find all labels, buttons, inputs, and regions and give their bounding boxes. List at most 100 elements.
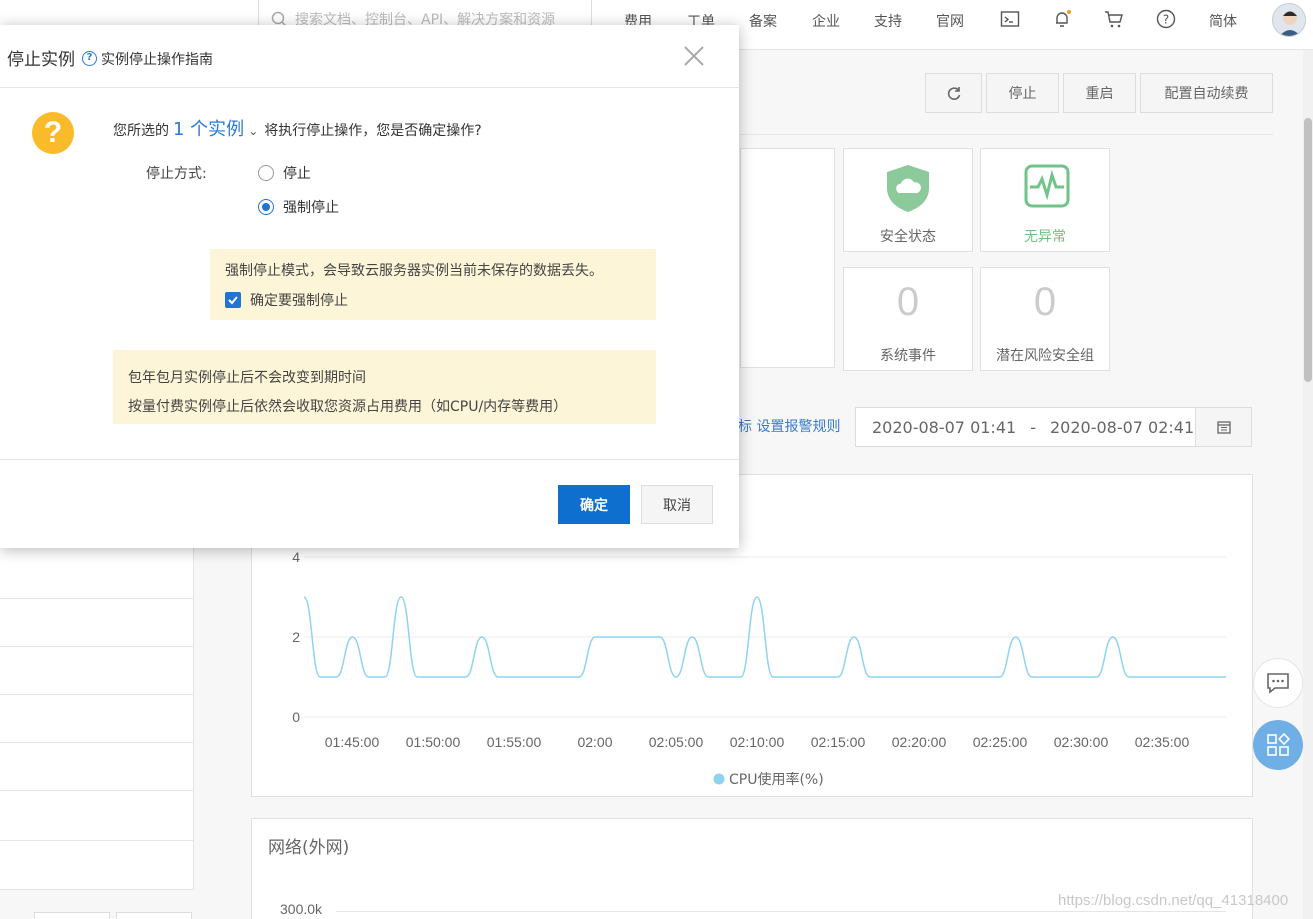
question-icon: ? <box>32 112 74 154</box>
date-start: 2020-08-07 01:41 <box>872 417 1017 437</box>
date-separator: - <box>1030 417 1036 437</box>
x-tick-label: 02:35:00 <box>1135 734 1190 750</box>
pager-button[interactable] <box>116 912 192 919</box>
svg-text:?: ? <box>1163 13 1169 27</box>
radio-option-stop[interactable]: 停止 <box>258 163 311 183</box>
table-row-divider <box>0 694 194 695</box>
auto-renew-button[interactable]: 配置自动续费 <box>1140 73 1273 113</box>
stop-guide-link[interactable]: 实例停止操作指南 <box>101 49 213 69</box>
network-chart-title: 网络(外网) <box>268 838 350 858</box>
force-stop-warning: 强制停止模式，会导致云服务器实例当前未保存的数据丢失。 确定要强制停止 <box>210 249 656 320</box>
network-gridline <box>336 911 1226 912</box>
x-tick-label: 01:55:00 <box>487 734 542 750</box>
language-switch[interactable]: 简体 <box>1209 11 1237 31</box>
date-end: 2020-08-07 02:41 <box>1049 417 1195 437</box>
pager-button[interactable] <box>34 912 110 919</box>
nav-link-support[interactable]: 支持 <box>874 11 902 31</box>
bell-icon[interactable] <box>1052 9 1072 29</box>
shield-cloud-icon <box>887 165 929 212</box>
heartbeat-monitor-icon <box>1024 164 1070 208</box>
cart-icon[interactable] <box>1104 9 1124 29</box>
apps-menu-button[interactable] <box>1253 720 1303 770</box>
force-stop-confirm-checkbox[interactable]: 确定要强制停止 <box>225 290 348 310</box>
radio-option-force-stop[interactable]: 强制停止 <box>258 197 339 217</box>
x-tick-label: 02:20:00 <box>892 734 947 750</box>
health-status-label: 无异常 <box>1024 229 1066 245</box>
checkbox-checked[interactable] <box>225 292 241 308</box>
refresh-button[interactable] <box>925 73 982 113</box>
force-stop-warning-text: 强制停止模式，会导致云服务器实例当前未保存的数据丢失。 <box>225 263 603 279</box>
x-tick-label: 01:45:00 <box>325 734 380 750</box>
legend-label: CPU使用率(%) <box>729 771 824 788</box>
stop-button[interactable]: 停止 <box>986 73 1059 113</box>
close-icon[interactable] <box>682 44 706 68</box>
table-row-divider <box>0 840 194 841</box>
dialog-header: 停止实例 ? 实例停止操作指南 <box>0 25 739 88</box>
table-row-divider <box>0 646 194 647</box>
x-tick-label: 02:15:00 <box>811 734 866 750</box>
chevron-down-icon[interactable]: ⌄ <box>248 124 258 138</box>
system-events-label: 系统事件 <box>880 348 936 364</box>
stop-mode-label: 停止方式: <box>146 166 207 182</box>
health-card[interactable]: 无异常 <box>980 148 1110 252</box>
restart-button[interactable]: 重启 <box>1063 73 1136 113</box>
table-row-divider <box>0 889 194 890</box>
divider <box>740 134 1273 135</box>
x-tick-label: 02:05:00 <box>649 734 704 750</box>
y-tick-label: 4 <box>292 549 300 565</box>
system-events-card[interactable]: 0 系统事件 <box>843 267 973 371</box>
page-scrollbar[interactable] <box>1303 50 1313 919</box>
x-tick-label: 02:10:00 <box>730 734 785 750</box>
cancel-button[interactable]: 取消 <box>641 485 713 524</box>
terminal-icon[interactable] <box>1000 9 1020 29</box>
y-tick-label: 2 <box>292 629 300 645</box>
table-row-divider <box>0 742 194 743</box>
billing-note-line1: 包年包月实例停止后不会改变到期时间 <box>128 370 366 386</box>
billing-note-line2: 按量付费实例停止后依然会收取您资源占用费用（如CPU/内存等费用） <box>128 399 568 415</box>
radio-label-force-stop: 强制停止 <box>283 200 339 216</box>
billing-note: 包年包月实例停止后不会改变到期时间 按量付费实例停止后依然会收取您资源占用费用（… <box>113 350 656 424</box>
confirm-suffix: 将执行停止操作，您是否确定操作? <box>264 123 482 139</box>
apps-grid-icon <box>1267 733 1290 756</box>
feedback-chat-button[interactable] <box>1253 658 1303 708</box>
confirm-prefix: 您所选的 <box>113 123 169 139</box>
radio-label-stop: 停止 <box>283 166 311 182</box>
confirm-button[interactable]: 确定 <box>558 485 630 524</box>
radio-button-selected[interactable] <box>258 199 274 215</box>
legend-marker <box>713 773 725 785</box>
dialog-footer-divider <box>0 459 739 460</box>
instance-detail-table <box>0 548 194 890</box>
nav-link-official-site[interactable]: 官网 <box>936 11 964 31</box>
risk-groups-label: 潜在风险安全组 <box>996 348 1094 364</box>
x-tick-label: 02:00 <box>577 734 612 750</box>
chat-icon <box>1267 673 1289 694</box>
set-alarm-rules-link[interactable]: 标 设置报警规则 <box>738 416 840 436</box>
help-circle-icon[interactable]: ? <box>82 51 97 66</box>
scrollbar-thumb[interactable] <box>1304 118 1312 382</box>
nav-link-icp[interactable]: 备案 <box>749 11 777 31</box>
x-tick-label: 01:50:00 <box>406 734 461 750</box>
check-icon <box>228 296 238 305</box>
confirm-message: 您所选的 1 个实例 ⌄ 将执行停止操作，您是否确定操作? <box>113 115 482 141</box>
refresh-icon <box>947 87 960 100</box>
watermark: https://blog.csdn.net/qq_41318400 <box>1058 892 1289 909</box>
date-range-picker[interactable]: 2020-08-07 01:41 - 2020-08-07 02:41 <box>855 407 1252 447</box>
radio-button[interactable] <box>258 165 274 181</box>
dialog-title: 停止实例 <box>7 50 75 70</box>
avatar[interactable] <box>1272 3 1306 37</box>
security-status-card[interactable]: 安全状态 <box>843 148 973 252</box>
network-y-tick: 300.0k <box>280 901 323 917</box>
table-row-divider <box>0 790 194 791</box>
x-tick-label: 02:25:00 <box>973 734 1028 750</box>
calendar-icon <box>1216 421 1231 434</box>
selected-instance-count[interactable]: 1 个实例 <box>173 115 244 141</box>
force-stop-confirm-label: 确定要强制停止 <box>250 293 348 309</box>
info-card <box>740 148 835 368</box>
calendar-button[interactable] <box>1195 408 1251 446</box>
risk-groups-card[interactable]: 0 潜在风险安全组 <box>980 267 1110 371</box>
nav-link-enterprise[interactable]: 企业 <box>812 11 840 31</box>
security-status-label: 安全状态 <box>880 229 936 245</box>
x-tick-label: 02:30:00 <box>1054 734 1109 750</box>
help-icon[interactable]: ? <box>1156 9 1176 29</box>
table-row-divider <box>0 598 194 599</box>
